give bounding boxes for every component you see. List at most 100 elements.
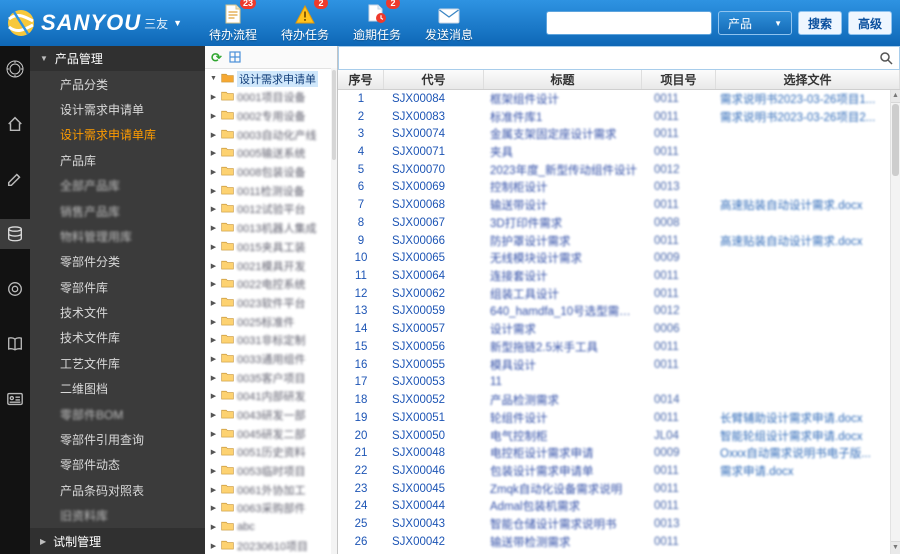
tree-item-15[interactable]: ▶ 0033通用组件 — [205, 350, 337, 369]
database-icon[interactable] — [0, 219, 30, 249]
sidebar-item-4[interactable]: 产品库 — [30, 148, 205, 173]
column-header-5[interactable]: 选择文件 — [716, 70, 900, 89]
table-row[interactable]: 14 SJX00057 设计需求 0006 — [338, 320, 890, 338]
tree-item-20[interactable]: ▶ 0051历史资料 — [205, 443, 337, 462]
table-row[interactable]: 1 SJX00084 框架组件设计 0011 需求说明书2023-03-26项目1... — [338, 90, 890, 108]
tree-item-7[interactable]: ▶ 0012试验平台 — [205, 200, 337, 219]
cell-file-link[interactable]: Oxxx自动需求说明书电子版... — [716, 445, 890, 461]
tree-scrollbar-thumb[interactable] — [332, 70, 336, 160]
app-logo[interactable]: SANYOU 三友 ▼ — [6, 8, 191, 38]
table-row[interactable]: 18 SJX00052 产品检测需求 0014 — [338, 391, 890, 409]
column-header-4[interactable]: 项目号 — [642, 70, 716, 89]
table-row[interactable]: 20 SJX00050 电气控制柜 JL04 智能轮组设计需求申请.docx — [338, 427, 890, 445]
tree-item-18[interactable]: ▶ 0043研发一部 — [205, 406, 337, 425]
table-row[interactable]: 9 SJX00066 防护罩设计需求 0011 高速贴装自动设计需求.docx — [338, 232, 890, 250]
scrollbar-thumb[interactable] — [892, 104, 899, 176]
cell-file-link[interactable]: 需求说明书2023-03-26项目1... — [716, 91, 890, 107]
search-button[interactable]: 搜索 — [798, 11, 842, 35]
table-row[interactable]: 8 SJX00067 3D打印件需求 0008 — [338, 214, 890, 232]
tree-item-2[interactable]: ▶ 0002专用设备 — [205, 107, 337, 126]
edit-icon[interactable] — [0, 164, 30, 194]
sidebar-item-14[interactable]: 零部件BOM — [30, 401, 205, 426]
chevron-down-icon[interactable]: ▼ — [173, 18, 182, 28]
target-icon[interactable] — [0, 274, 30, 304]
cell-file-link[interactable]: 高速贴装自动设计需求.docx — [716, 197, 890, 213]
table-row[interactable]: 16 SJX00055 模具设计 0011 — [338, 356, 890, 374]
table-row[interactable]: 5 SJX00070 2023年度_新型传动组件设计 0012 — [338, 161, 890, 179]
table-row[interactable]: 7 SJX00068 输送带设计 0011 高速贴装自动设计需求.docx — [338, 196, 890, 214]
quick-item-4[interactable]: 发送消息 — [421, 3, 477, 43]
sidebar-item-2[interactable]: 设计需求申请单 — [30, 97, 205, 122]
tree-item-12[interactable]: ▶ 0023软件平台 — [205, 294, 337, 313]
table-row[interactable]: 21 SJX00048 电控柜设计需求申请 0009 Oxxx自动需求说明书电子版... — [338, 444, 890, 462]
sidebar-section-19[interactable]: ▶ 试制管理 — [30, 528, 205, 554]
scroll-up-icon[interactable]: ▲ — [891, 90, 900, 103]
sidebar-item-15[interactable]: 零部件引用查询 — [30, 427, 205, 452]
sidebar-item-12[interactable]: 工艺文件库 — [30, 351, 205, 376]
tree-item-19[interactable]: ▶ 0045研发二部 — [205, 424, 337, 443]
quick-item-1[interactable]: 23 待办流程 — [205, 0, 261, 43]
sidebar-item-5[interactable]: 全部产品库 — [30, 173, 205, 198]
table-row[interactable]: 24 SJX00044 Admal包装机需求 0011 — [338, 498, 890, 516]
table-row[interactable]: 23 SJX00045 Zmqk自动化设备需求说明 0011 — [338, 480, 890, 498]
sidebar-item-18[interactable]: 旧资料库 — [30, 503, 205, 528]
table-row[interactable]: 2 SJX00083 标准件库1 0011 需求说明书2023-03-26项目2... — [338, 108, 890, 126]
tree-item-6[interactable]: ▶ 0011检测设备 — [205, 181, 337, 200]
tree-item-16[interactable]: ▶ 0035客户项目 — [205, 368, 337, 387]
cell-file-link[interactable]: 高速贴装自动设计需求.docx — [716, 233, 890, 249]
quick-item-2[interactable]: 2 待办任务 — [277, 0, 333, 43]
cell-file-link[interactable]: 需求说明书2023-03-26项目2... — [716, 109, 890, 125]
table-row[interactable]: 13 SJX00059 640_hamdfa_10号选型需求申... 0012 — [338, 303, 890, 321]
cell-file-link[interactable]: 长臂辅助设计需求申请.docx — [716, 410, 890, 426]
sidebar-item-3[interactable]: 设计需求申请单库 — [30, 122, 205, 147]
table-row[interactable]: 10 SJX00065 无线模块设计需求 0009 — [338, 249, 890, 267]
table-row[interactable]: 17 SJX00053 11 — [338, 374, 890, 392]
tree-scrollbar[interactable] — [331, 68, 337, 554]
column-header-2[interactable]: 代号 — [384, 70, 484, 89]
tree-item-14[interactable]: ▶ 0031非标定制 — [205, 331, 337, 350]
card-icon[interactable] — [0, 384, 30, 414]
sidebar-item-9[interactable]: 零部件库 — [30, 275, 205, 300]
global-search-input[interactable] — [546, 11, 712, 35]
tree-item-8[interactable]: ▶ 0013机器人集成 — [205, 219, 337, 238]
advanced-search-button[interactable]: 高级 — [848, 11, 892, 35]
column-header-1[interactable]: 序号 — [338, 70, 384, 89]
table-row[interactable]: 22 SJX00046 包装设计需求申请单 0011 需求申请.docx — [338, 462, 890, 480]
sidebar-section-0[interactable]: ▼ 产品管理 — [30, 46, 205, 72]
table-row[interactable]: 3 SJX00074 金属支架固定座设计需求 0011 — [338, 125, 890, 143]
tree-item-11[interactable]: ▶ 0022电控系统 — [205, 275, 337, 294]
tree-item-4[interactable]: ▶ 0005输送系统 — [205, 144, 337, 163]
tree-item-3[interactable]: ▶ 0003自动化产线 — [205, 125, 337, 144]
table-row[interactable]: 15 SJX00056 新型拖链2.5米手工具 0011 — [338, 338, 890, 356]
tree-item-17[interactable]: ▶ 0041内部研发 — [205, 387, 337, 406]
tree-item-22[interactable]: ▶ 0061外协加工 — [205, 480, 337, 499]
home-icon[interactable] — [0, 109, 30, 139]
sidebar-item-8[interactable]: 零部件分类 — [30, 249, 205, 274]
table-filter-input[interactable] — [339, 51, 879, 65]
book-icon[interactable] — [0, 329, 30, 359]
sidebar-item-11[interactable]: 技术文件库 — [30, 325, 205, 350]
search-icon[interactable] — [879, 51, 893, 65]
table-row[interactable]: 25 SJX00043 智能仓储设计需求说明书 0013 — [338, 515, 890, 533]
table-row[interactable]: 11 SJX00064 连接套设计 0011 — [338, 267, 890, 285]
tree-item-9[interactable]: ▶ 0015夹具工装 — [205, 238, 337, 257]
tree-item-23[interactable]: ▶ 0063采购部件 — [205, 499, 337, 518]
tree-item-21[interactable]: ▶ 0053临时项目 — [205, 462, 337, 481]
scroll-down-icon[interactable]: ▼ — [891, 541, 900, 554]
sidebar-item-6[interactable]: 销售产品库 — [30, 198, 205, 223]
sidebar-item-16[interactable]: 零部件动态 — [30, 452, 205, 477]
quick-item-3[interactable]: 2 逾期任务 — [349, 0, 405, 43]
column-header-3[interactable]: 标题 — [484, 70, 642, 89]
table-row[interactable]: 4 SJX00071 夹具 0011 — [338, 143, 890, 161]
sidebar-item-13[interactable]: 二维图档 — [30, 376, 205, 401]
sidebar-item-17[interactable]: 产品条码对照表 — [30, 478, 205, 503]
tree-item-24[interactable]: ▶ abc — [205, 518, 337, 537]
tree-item-25[interactable]: ▶ 20230610项目 — [205, 537, 337, 554]
tree-item-10[interactable]: ▶ 0021模具开发 — [205, 256, 337, 275]
sidebar-item-1[interactable]: 产品分类 — [30, 71, 205, 96]
table-row[interactable]: 26 SJX00042 输送带检测需求 0011 — [338, 533, 890, 551]
table-row[interactable]: 6 SJX00069 控制柜设计 0013 — [338, 179, 890, 197]
table-scrollbar[interactable]: ▲ ▼ — [890, 90, 900, 554]
refresh-icon[interactable]: ⟳ — [211, 51, 222, 64]
cell-file-link[interactable]: 需求申请.docx — [716, 463, 890, 479]
